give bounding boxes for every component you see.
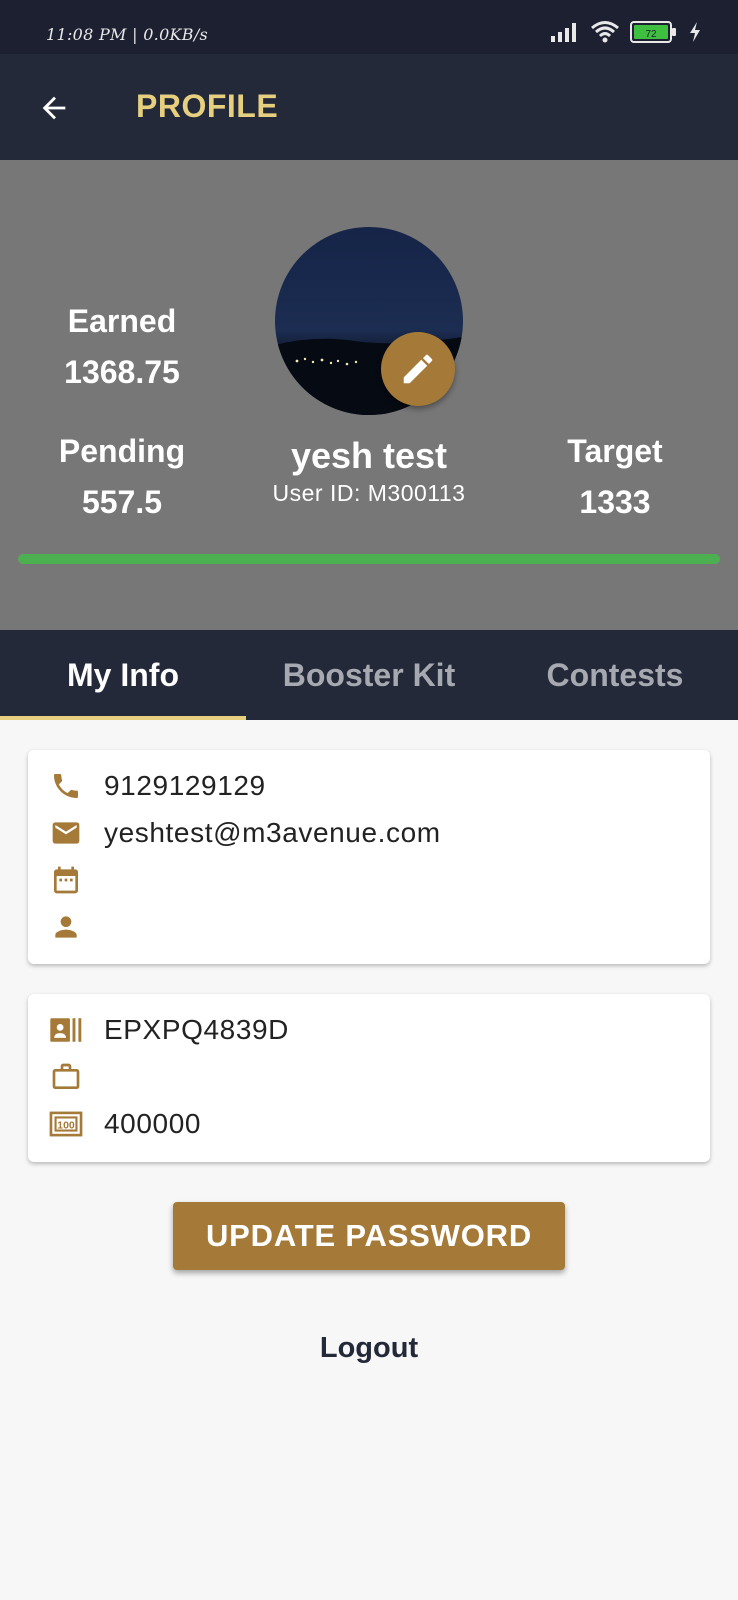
earned-value: 1368.75 bbox=[64, 354, 180, 390]
user-name: yesh test bbox=[290, 435, 448, 476]
earned-stat: Earned 1368.75 bbox=[22, 303, 222, 391]
money-icon: 100 bbox=[48, 1106, 84, 1142]
person-icon bbox=[48, 909, 84, 945]
gender-row bbox=[48, 907, 104, 947]
phone-row: 9129129129 bbox=[48, 766, 266, 806]
email-icon bbox=[48, 815, 84, 851]
tab-my-info[interactable]: My Info bbox=[0, 630, 246, 720]
id-card-icon bbox=[48, 1012, 84, 1048]
pan-row: EPXPQ4839D bbox=[48, 1010, 289, 1050]
status-time: 11:08 PM | 0.0KB/s bbox=[46, 25, 209, 44]
svg-text:100: 100 bbox=[57, 1121, 75, 1132]
pan-value: EPXPQ4839D bbox=[104, 1014, 289, 1045]
status-bar: 11:08 PM | 0.0KB/s 72 bbox=[0, 0, 738, 54]
pending-value: 557.5 bbox=[81, 484, 163, 520]
back-button[interactable] bbox=[32, 86, 76, 130]
page-title: PROFILE bbox=[136, 88, 279, 124]
profile-tabs: My Info Booster Kit Contests bbox=[0, 630, 738, 720]
pencil-icon bbox=[403, 354, 433, 384]
phone-value: 9129129129 bbox=[104, 770, 266, 801]
briefcase-icon bbox=[48, 1059, 84, 1095]
phone-icon bbox=[48, 768, 84, 804]
pending-stat: Pending 557.5 bbox=[22, 433, 222, 521]
target-value: 1333 bbox=[579, 484, 651, 520]
logout-button[interactable]: Logout bbox=[269, 1332, 469, 1365]
income-value: 400000 bbox=[104, 1108, 202, 1139]
contact-info-card: 9129129129 yeshtest@m3avenue.com bbox=[28, 750, 710, 964]
dob-row bbox=[48, 860, 104, 900]
charging-icon bbox=[690, 22, 700, 42]
earned-label: Earned bbox=[67, 303, 177, 339]
status-icons: 72 bbox=[550, 20, 702, 44]
wifi-icon bbox=[591, 21, 619, 43]
edit-profile-button[interactable] bbox=[381, 332, 455, 406]
calendar-icon bbox=[48, 862, 84, 898]
target-label: Target bbox=[567, 433, 663, 469]
back-arrow-icon bbox=[42, 96, 66, 120]
profile-header: Earned 1368.75 Pending 557.5 Target 1333 bbox=[0, 160, 738, 630]
signal-icon bbox=[551, 23, 576, 42]
target-stat: Target 1333 bbox=[515, 433, 715, 521]
pending-label: Pending bbox=[58, 433, 186, 469]
app-bar: PROFILE bbox=[0, 54, 738, 160]
tab-contests[interactable]: Contests bbox=[492, 630, 738, 720]
user-id: User ID: M300113 bbox=[272, 480, 466, 506]
occupation-row bbox=[48, 1057, 104, 1097]
email-value: yeshtest@m3avenue.com bbox=[104, 817, 441, 848]
battery-level: 72 bbox=[645, 29, 657, 40]
progress-fill bbox=[18, 554, 720, 564]
battery-icon: 72 bbox=[630, 21, 676, 43]
email-row: yeshtest@m3avenue.com bbox=[48, 813, 441, 853]
tab-booster-kit[interactable]: Booster Kit bbox=[246, 630, 492, 720]
work-info-card: EPXPQ4839D 100 400000 bbox=[28, 994, 710, 1162]
target-progress-bar bbox=[18, 554, 720, 564]
update-password-button[interactable]: UPDATE PASSWORD bbox=[173, 1202, 565, 1270]
income-row: 100 400000 bbox=[48, 1104, 201, 1144]
